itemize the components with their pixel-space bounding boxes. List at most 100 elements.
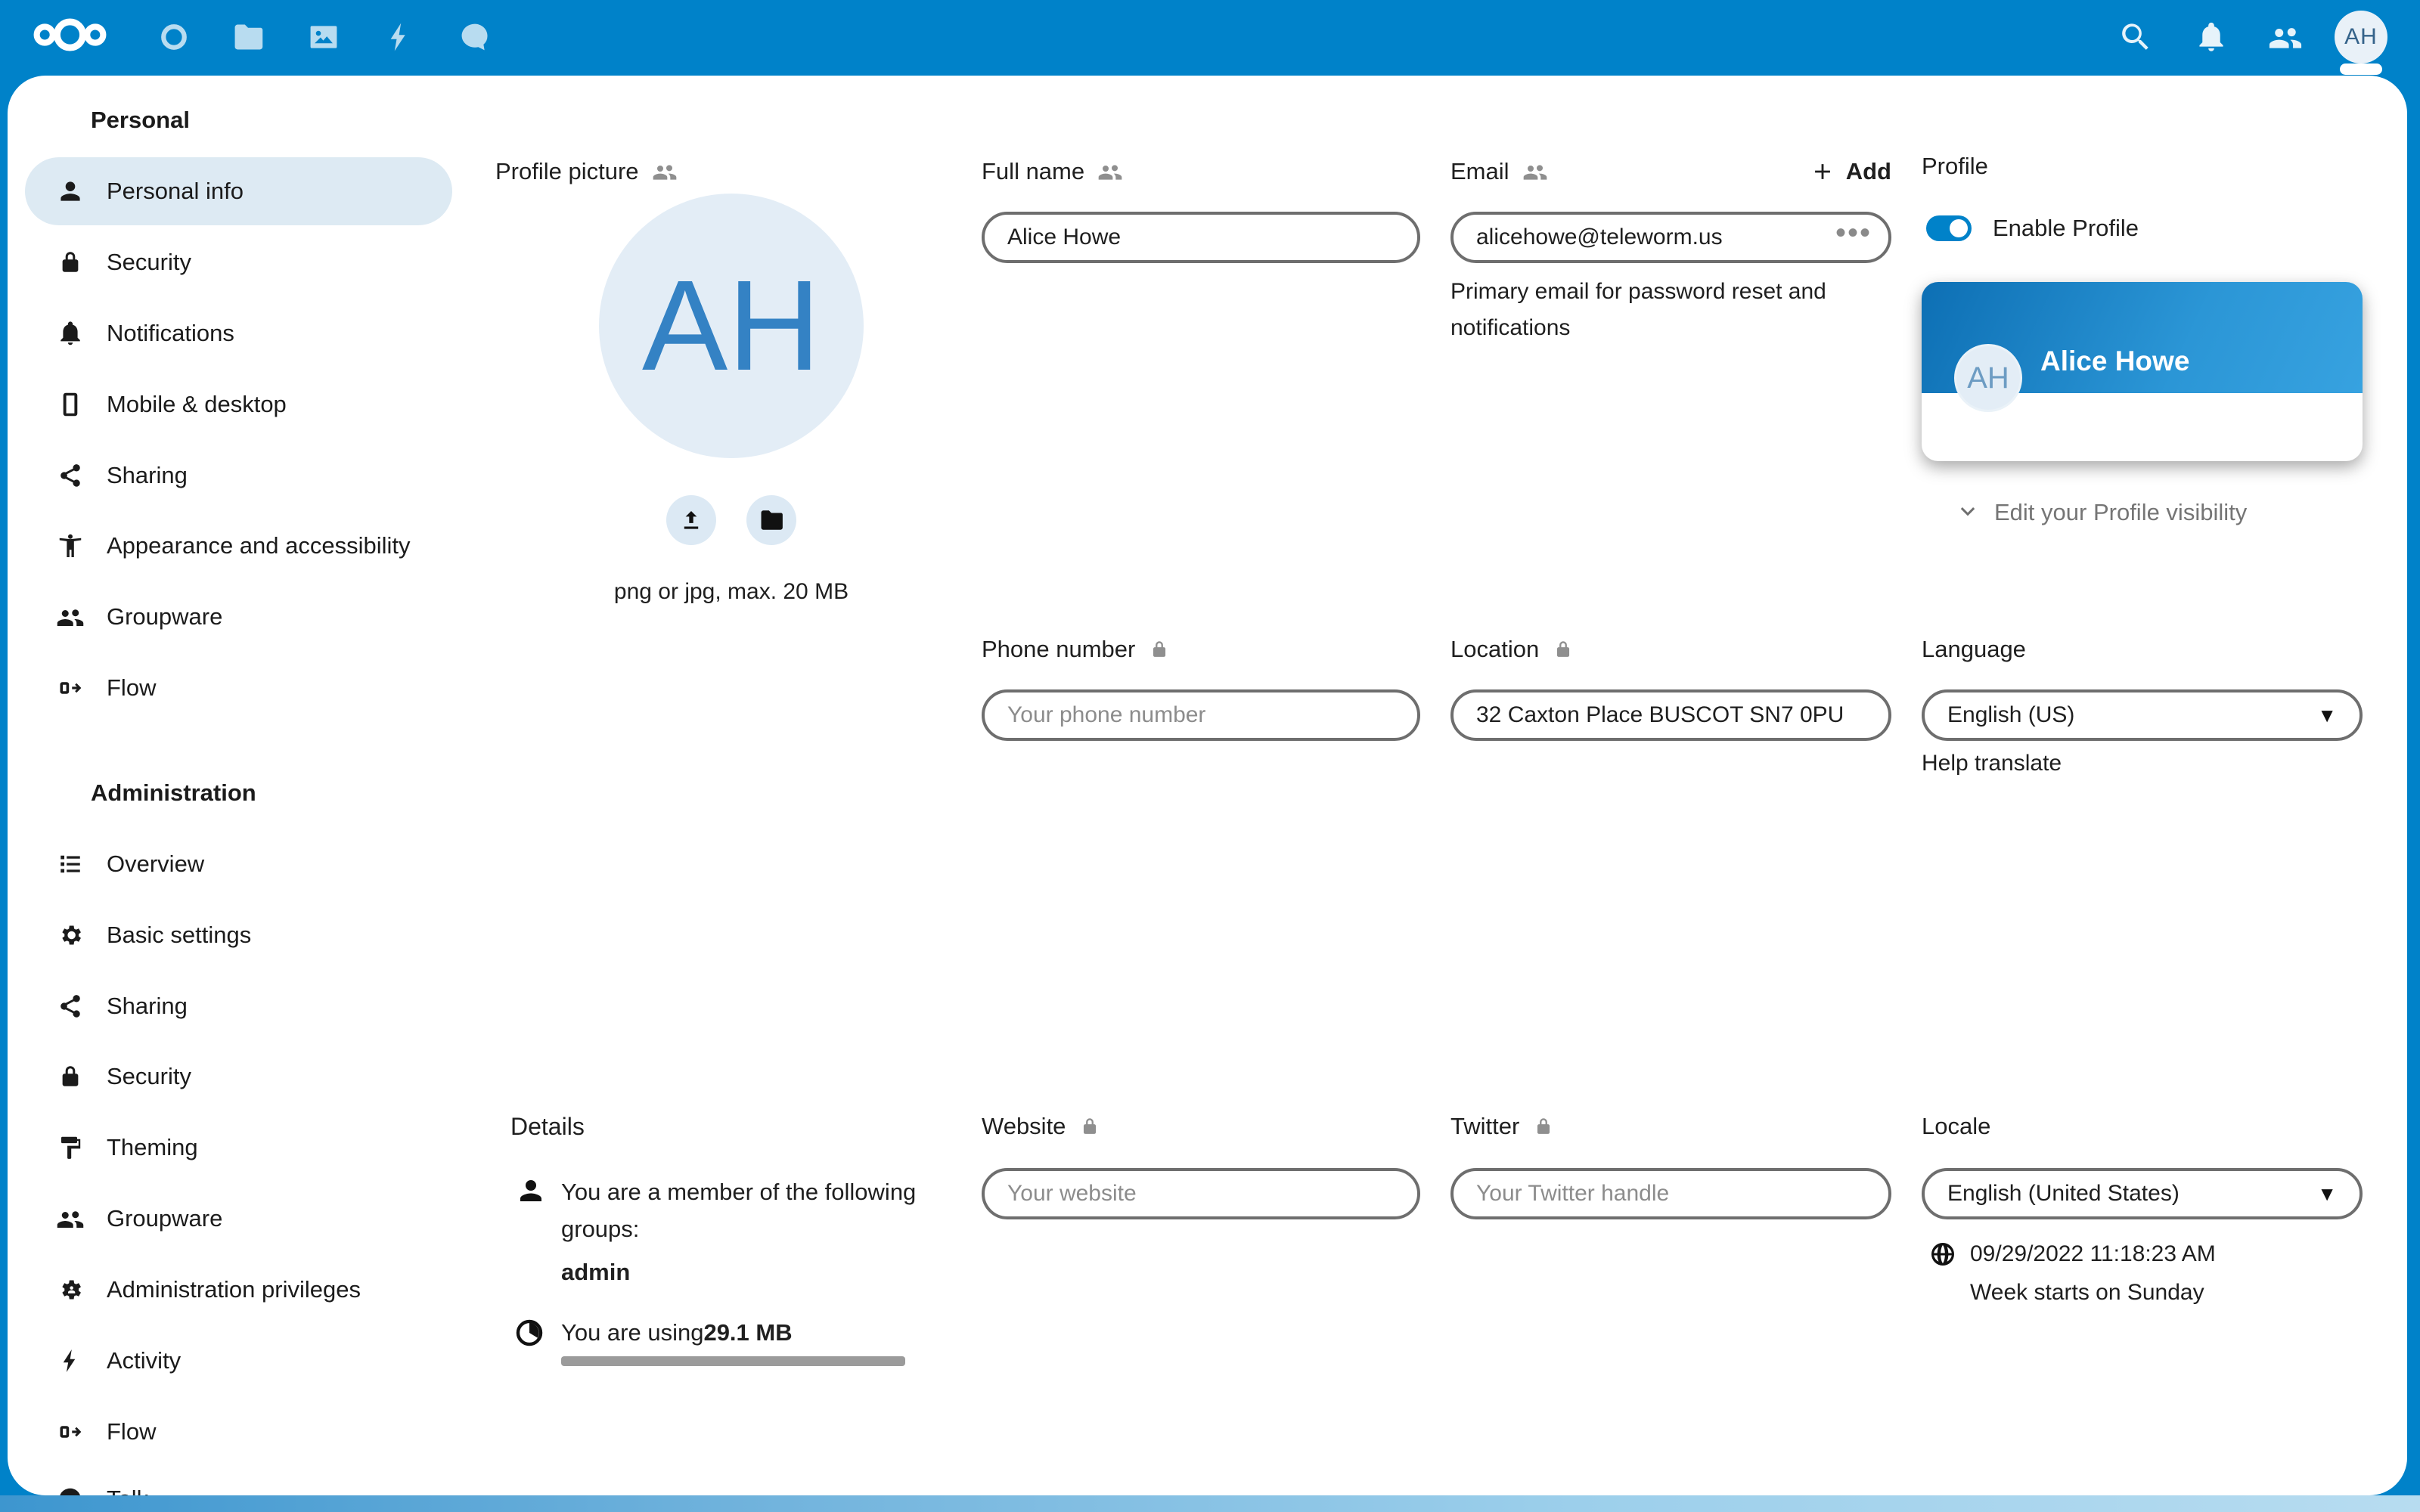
- groups-membership-text: You are a member of the following groups…: [561, 1173, 917, 1247]
- bell-icon: [57, 320, 84, 347]
- sidebar-item-overview[interactable]: Overview: [25, 830, 452, 898]
- sidebar-item-appearance-accessibility[interactable]: Appearance and accessibility: [25, 512, 452, 580]
- locale-datetime-row: 09/29/2022 11:18:23 AM: [1929, 1241, 2216, 1268]
- lock-icon: [1079, 1116, 1100, 1137]
- admin-gear-icon: [57, 1276, 84, 1303]
- lock-icon: [1149, 639, 1170, 660]
- choose-avatar-from-files-button[interactable]: [746, 495, 796, 545]
- sidebar-item-sharing[interactable]: Sharing: [25, 442, 452, 510]
- phone-label: Phone number: [982, 633, 1170, 666]
- profile-picture-avatar: AH: [599, 194, 864, 458]
- gear-icon: [57, 922, 84, 949]
- sidebar-item-notifications[interactable]: Notifications: [25, 299, 452, 367]
- lock-icon: [1553, 639, 1574, 660]
- quota-value: 29.1 MB: [703, 1319, 792, 1346]
- locale-label: Locale: [1922, 1110, 1990, 1143]
- avatar-upload-hint: png or jpg, max. 20 MB: [504, 579, 958, 605]
- users-icon: [57, 603, 84, 631]
- avatar-menu-indicator: [2340, 64, 2382, 75]
- quota-icon: [513, 1316, 546, 1349]
- share-icon: [57, 462, 84, 489]
- talk-icon: [57, 1486, 84, 1495]
- sidebar-item-theming[interactable]: Theming: [25, 1114, 452, 1182]
- background-bottom-band: [0, 1495, 2420, 1512]
- lightning-icon: [57, 1347, 84, 1374]
- profile-preview-card[interactable]: AH Alice Howe: [1922, 282, 2363, 461]
- sidebar-item-flow[interactable]: Flow: [25, 654, 452, 722]
- nextcloud-logo[interactable]: [26, 15, 113, 54]
- enable-profile-label: Enable Profile: [1993, 212, 2139, 245]
- sidebar-item-activity[interactable]: Activity: [25, 1327, 452, 1395]
- full-name-label: Full name: [982, 155, 1122, 188]
- folder-icon: [759, 507, 784, 533]
- share-icon: [57, 993, 84, 1020]
- lock-icon: [1533, 1116, 1554, 1137]
- location-input[interactable]: [1450, 689, 1891, 741]
- photos-app-icon[interactable]: [307, 20, 340, 54]
- website-input[interactable]: [982, 1168, 1420, 1219]
- flow-icon: [57, 674, 84, 702]
- paint-roller-icon: [57, 1134, 84, 1161]
- profile-heading: Profile: [1922, 150, 1988, 183]
- language-label: Language: [1922, 633, 2026, 666]
- account-icon: [516, 1176, 546, 1206]
- email-label: Email: [1450, 155, 1547, 188]
- scope-contacts-icon: [1523, 160, 1547, 184]
- chevron-down-icon: [1955, 500, 1981, 525]
- select-caret-icon: ▼: [2317, 1182, 2337, 1206]
- help-translate-link[interactable]: Help translate: [1922, 747, 2062, 780]
- overview-list-icon: [57, 850, 84, 878]
- email-input[interactable]: [1450, 212, 1891, 263]
- current-datetime: 09/29/2022 11:18:23 AM: [1970, 1241, 2216, 1267]
- upload-avatar-button[interactable]: [666, 495, 716, 545]
- enable-profile-toggle[interactable]: [1926, 215, 1972, 241]
- plus-icon: [1810, 159, 1835, 184]
- sidebar-item-admin-security[interactable]: Security: [25, 1043, 452, 1111]
- details-heading: Details: [510, 1110, 585, 1143]
- locale-select[interactable]: English (United States) ▼: [1922, 1168, 2363, 1219]
- sidebar-item-security[interactable]: Security: [25, 228, 452, 296]
- quota-progress-bar: [561, 1356, 905, 1366]
- sidebar-section-personal: Personal: [91, 86, 190, 154]
- edit-profile-visibility-button[interactable]: Edit your Profile visibility: [1955, 499, 2247, 526]
- scope-contacts-icon: [653, 160, 677, 184]
- sidebar-item-admin-flow[interactable]: Flow: [25, 1398, 452, 1466]
- website-label: Website: [982, 1110, 1100, 1143]
- language-select[interactable]: English (US) ▼: [1922, 689, 2363, 741]
- sidebar-item-personal-info[interactable]: Personal info: [25, 157, 452, 225]
- account-icon: [57, 178, 84, 205]
- dashboard-app-icon[interactable]: [157, 20, 191, 54]
- phone-input[interactable]: [982, 689, 1420, 741]
- flow-icon: [57, 1418, 84, 1445]
- lock-icon: [57, 1063, 84, 1090]
- full-name-input[interactable]: [982, 212, 1420, 263]
- twitter-input[interactable]: [1450, 1168, 1891, 1219]
- sidebar-section-administration: Administration: [91, 759, 256, 827]
- sidebar-item-mobile-desktop[interactable]: Mobile & desktop: [25, 370, 452, 438]
- contacts-icon[interactable]: [2269, 20, 2302, 54]
- avatar-initials: AH: [2344, 24, 2378, 50]
- email-actions-menu-icon[interactable]: •••: [1835, 225, 1872, 240]
- upload-icon: [678, 507, 704, 533]
- sidebar-item-admin-sharing[interactable]: Sharing: [25, 972, 452, 1040]
- activity-app-icon[interactable]: [383, 20, 416, 54]
- add-email-button[interactable]: Add: [1810, 155, 1891, 188]
- location-label: Location: [1450, 633, 1574, 666]
- globe-icon: [1929, 1241, 1956, 1268]
- sidebar-item-groupware[interactable]: Groupware: [25, 583, 452, 651]
- user-avatar-menu[interactable]: AH: [2335, 11, 2387, 64]
- search-icon[interactable]: [2119, 20, 2152, 54]
- week-start-text: Week starts on Sunday: [1970, 1276, 2204, 1309]
- twitter-label: Twitter: [1450, 1110, 1554, 1143]
- files-app-icon[interactable]: [231, 20, 265, 54]
- talk-app-icon[interactable]: [458, 20, 492, 54]
- sidebar-item-basic-settings[interactable]: Basic settings: [25, 901, 452, 969]
- email-helper-text: Primary email for password reset and not…: [1450, 274, 1851, 346]
- sidebar-item-administration-privileges[interactable]: Administration privileges: [25, 1256, 452, 1324]
- sidebar-item-admin-groupware[interactable]: Groupware: [25, 1185, 452, 1253]
- main-content-card: Personal Personal info Security Notifica…: [8, 76, 2407, 1495]
- mobile-icon: [57, 391, 84, 418]
- sidebar-item-talk[interactable]: Talk: [25, 1465, 452, 1495]
- notifications-bell-icon[interactable]: [2195, 20, 2228, 54]
- profile-card-name: Alice Howe: [2040, 345, 2189, 377]
